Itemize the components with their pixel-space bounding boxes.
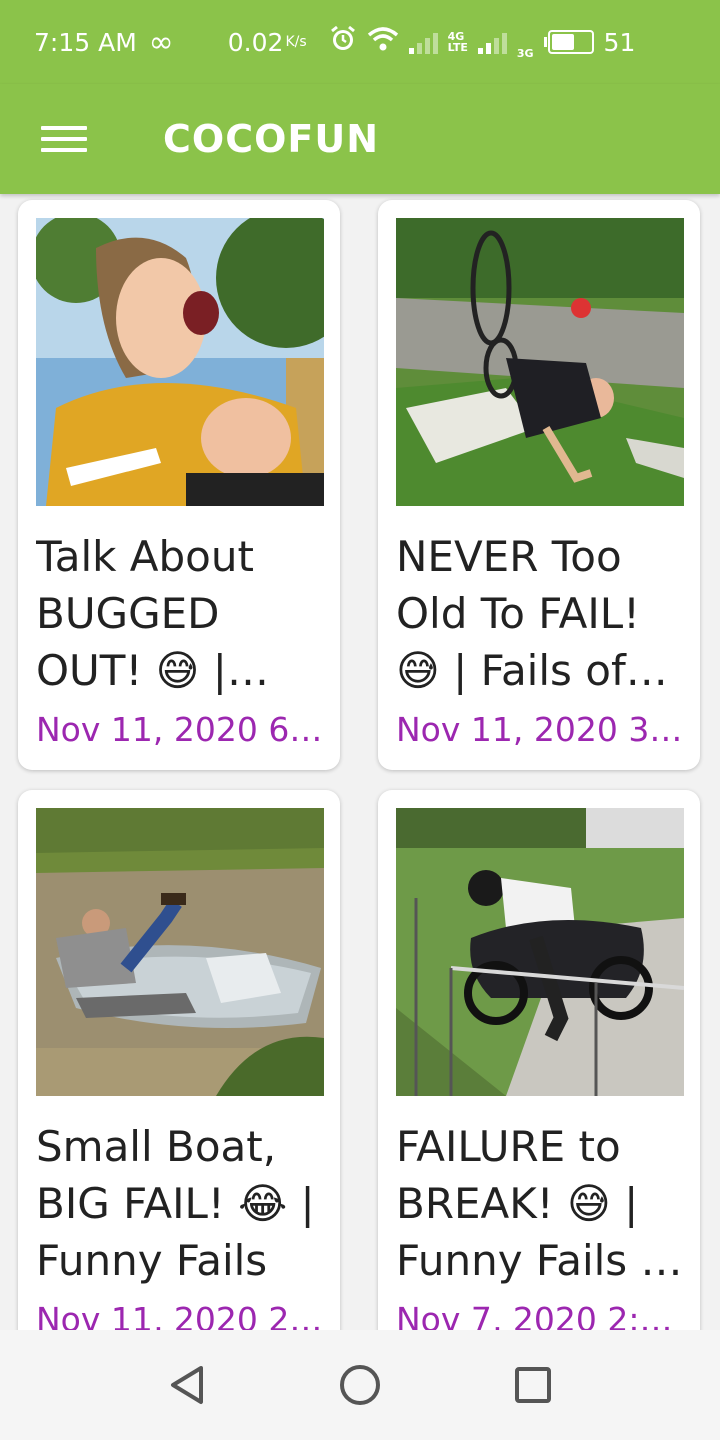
app-bar: COCOFUN <box>0 84 720 194</box>
video-thumbnail[interactable] <box>396 218 684 506</box>
signal-icon-2 <box>477 30 507 54</box>
recents-square-icon <box>515 1367 552 1403</box>
hamburger-icon-line <box>41 126 87 130</box>
video-title: Talk About BUGGED OUT! 😅 | Fails of the … <box>36 532 254 695</box>
video-date: Nov 11, 2020 2:… <box>36 1300 326 1330</box>
back-triangle-icon <box>170 1366 203 1404</box>
network-type-4g: 4G LTE <box>447 30 468 54</box>
wifi-icon <box>367 26 399 58</box>
back-button[interactable] <box>157 1355 217 1415</box>
infinity-icon: ∞ <box>148 24 174 60</box>
video-date: Nov 11, 2020 3:… <box>396 710 686 749</box>
home-button[interactable] <box>330 1355 390 1415</box>
video-card[interactable]: Talk About BUGGED OUT! 😅 | Fails of the … <box>18 200 340 770</box>
video-feed[interactable]: Talk About BUGGED OUT! 😅 | Fails of the … <box>0 194 720 1330</box>
signal-icon-1 <box>408 30 438 54</box>
video-card[interactable]: FAILURE to BREAK! 😅 | Funny Fails of the… <box>378 790 700 1330</box>
app-title: COCOFUN <box>163 117 379 161</box>
video-title: Small Boat, BIG FAIL! 😂 | Funny Fails <box>36 1122 315 1285</box>
video-card[interactable]: NEVER Too Old To FAIL! 😅 | Fails of the … <box>378 200 700 770</box>
status-time: 7:15 AM <box>34 27 137 57</box>
video-date: Nov 11, 2020 6:… <box>36 710 326 749</box>
video-date: Nov 7, 2020 2:2… <box>396 1300 686 1330</box>
video-thumbnail[interactable] <box>396 808 684 1096</box>
video-title: NEVER Too Old To FAIL! 😅 | Fails of the … <box>396 532 640 695</box>
hamburger-icon-line <box>41 148 87 152</box>
recents-button[interactable] <box>503 1355 563 1415</box>
video-thumbnail[interactable] <box>36 808 324 1096</box>
network-speed-value: 0.02 <box>227 27 284 57</box>
alarm-icon <box>329 25 357 59</box>
menu-button[interactable] <box>41 123 87 155</box>
network-speed-unit: K/s <box>285 34 307 50</box>
network-type-3g: 3G <box>516 47 534 60</box>
video-card[interactable]: Small Boat, BIG FAIL! 😂 | Funny Fails No… <box>18 790 340 1330</box>
hamburger-icon-line <box>41 137 87 141</box>
network-speed: 0.02 K/s <box>228 28 307 57</box>
status-bar: 7:15 AM ∞ 0.02 K/s 4G LTE 3G 51 <box>0 0 720 84</box>
home-circle-icon <box>339 1365 380 1405</box>
battery-level: 51 <box>603 27 636 57</box>
video-title: FAILURE to BREAK! 😅 | Funny Fails of the… <box>396 1122 682 1285</box>
system-nav-bar <box>0 1330 720 1440</box>
battery-icon <box>543 30 594 54</box>
video-thumbnail[interactable] <box>36 218 324 506</box>
